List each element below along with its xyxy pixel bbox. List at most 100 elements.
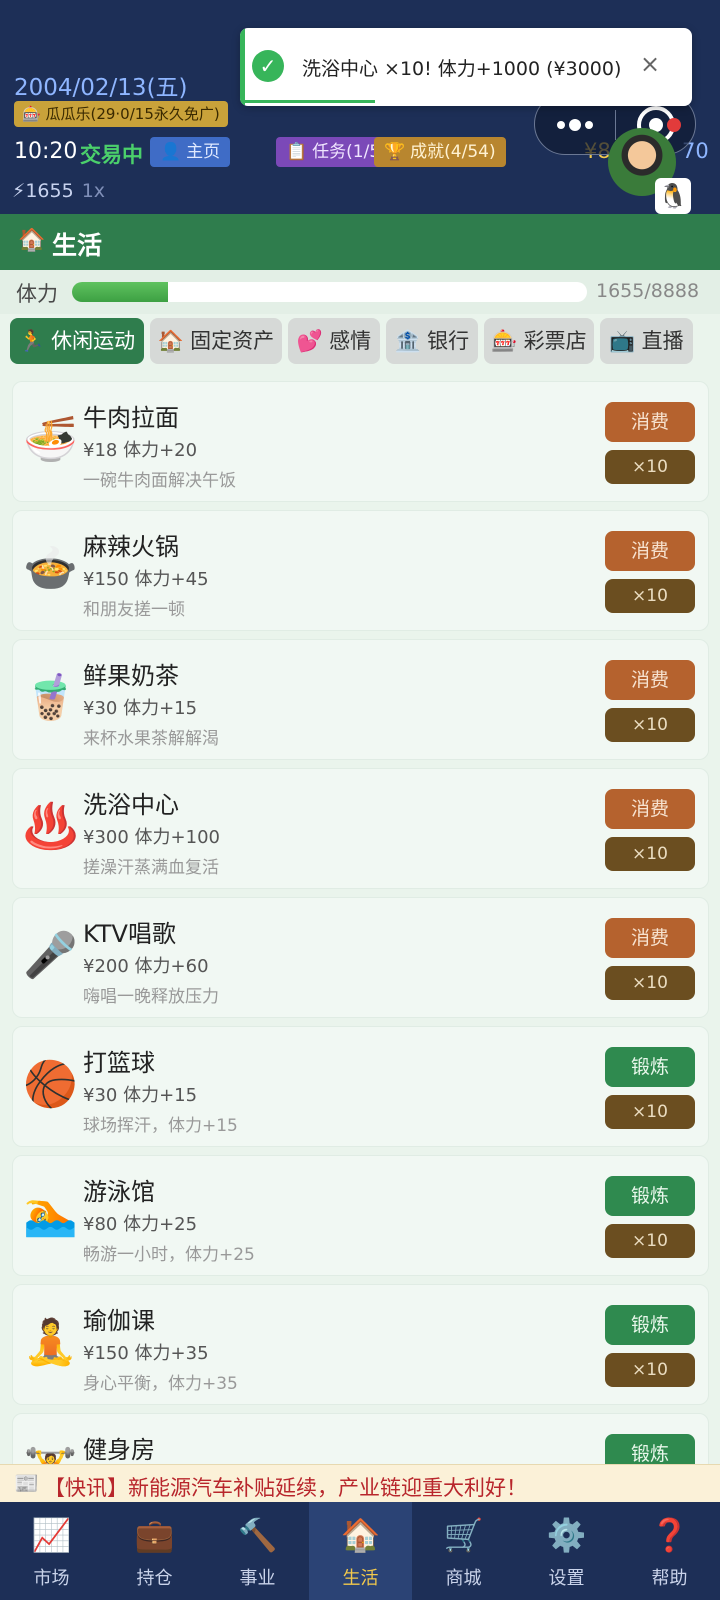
tab-lottery[interactable]: 🎰 彩票店 (484, 318, 594, 364)
stamina-fill (72, 282, 168, 302)
microphone-icon: 🎤 (23, 930, 78, 981)
dot-icon (557, 121, 565, 129)
toast-timer-bar (245, 100, 375, 103)
nav-label: 事业 (239, 1568, 276, 1589)
times-ten-button[interactable]: ×10 (605, 708, 695, 742)
times-ten-button[interactable]: ×10 (605, 1095, 695, 1129)
tab-bank[interactable]: 🏦 银行 (386, 318, 478, 364)
item-name: 健身房 (83, 1436, 155, 1464)
nav-label: 设置 (548, 1568, 585, 1589)
section-header: 🏠 生活 (0, 214, 720, 270)
capsule-divider (615, 110, 616, 140)
dot-icon (585, 121, 593, 129)
energy-counter: ⚡1655 1x (12, 180, 105, 202)
yoga-icon: 🧘 (23, 1317, 78, 1368)
achievements-button-label: 成就(4/54) (410, 142, 496, 162)
toast-message: 洗浴中心 ×10! 体力+1000 (¥3000) (302, 58, 622, 80)
item-name: 打篮球 (83, 1049, 155, 1077)
runner-icon: 🏃 (18, 329, 46, 353)
home-button[interactable]: 👤 主页 (150, 137, 231, 167)
nav-label: 帮助 (651, 1568, 688, 1589)
item-description: 来杯水果茶解解渴 (83, 729, 219, 749)
nav-help[interactable]: ❓ 帮助 (618, 1502, 720, 1600)
exercise-button[interactable]: 锻炼 (605, 1176, 695, 1216)
times-ten-button[interactable]: ×10 (605, 837, 695, 871)
consume-button[interactable]: 消费 (605, 531, 695, 571)
nav-label: 持仓 (136, 1568, 173, 1589)
list-item: 🎤 KTV唱歌 ¥200 体力+60 嗨唱一晚释放压力 消费 ×10 (12, 897, 709, 1018)
speed-multiplier[interactable]: 1x (82, 180, 105, 202)
stamina-value: 1655/8888 (596, 280, 700, 302)
tab-assets[interactable]: 🏠 固定资产 (150, 318, 282, 364)
list-item: 🏋️健身房锻炼×10 (12, 1413, 709, 1464)
item-stats: ¥150 体力+35 (83, 1343, 209, 1364)
times-ten-button[interactable]: ×10 (605, 450, 695, 484)
item-name: KTV唱歌 (83, 920, 176, 948)
exercise-button[interactable]: 锻炼 (605, 1305, 695, 1345)
times-ten-button[interactable]: ×10 (605, 1353, 695, 1387)
tab-leisure[interactable]: 🏃 休闲运动 (10, 318, 144, 364)
times-ten-button[interactable]: ×10 (605, 579, 695, 613)
nav-label: 生活 (342, 1568, 379, 1589)
game-date: 2004/02/13(五) (14, 75, 188, 101)
bank-icon: 🏦 (394, 329, 422, 353)
toast-close-icon[interactable]: × (640, 50, 660, 78)
achievements-button[interactable]: 🏆 成就(4/54) (374, 137, 506, 167)
tab-romance[interactable]: 💕 感情 (288, 318, 380, 364)
stamina-bar: 体力 1655/8888 (0, 270, 720, 314)
item-stats: ¥30 体力+15 (83, 1085, 198, 1106)
stamina-label: 体力 (16, 282, 58, 306)
item-description: 搓澡汗蒸满血复活 (83, 858, 219, 878)
nav-settings[interactable]: ⚙️ 设置 (515, 1502, 618, 1600)
game-time: 10:20 (14, 139, 78, 164)
consume-button[interactable]: 消费 (605, 789, 695, 829)
tab-live[interactable]: 📺 直播 (600, 318, 693, 364)
list-item: 🧋 鲜果奶茶 ¥30 体力+15 来杯水果茶解解渴 消费 ×10 (12, 639, 709, 760)
activity-list[interactable]: 🍜 牛肉拉面 ¥18 体力+20 一碗牛肉面解决午饭 消费 ×10 🍲 麻辣火锅 ¥150 体力… (12, 381, 709, 1464)
nav-career[interactable]: 🔨 事业 (206, 1502, 309, 1600)
category-tabs: 🏃 休闲运动 🏠 固定资产 💕 感情 🏦 银行 🎰 彩票店 📺 直播 (10, 318, 710, 364)
chart-icon: 📈 (31, 1516, 72, 1554)
nav-life[interactable]: 🏠 生活 (309, 1502, 412, 1600)
item-stats: ¥200 体力+60 (83, 956, 209, 977)
nav-holdings[interactable]: 💼 持仓 (103, 1502, 206, 1600)
times-ten-button[interactable]: ×10 (605, 1224, 695, 1258)
nav-market[interactable]: 📈 市场 (0, 1502, 103, 1600)
hotpot-icon: 🍲 (23, 543, 78, 594)
nav-shop[interactable]: 🛒 商城 (412, 1502, 515, 1600)
exercise-button[interactable]: 锻炼 (605, 1047, 695, 1087)
tab-label: 彩票店 (523, 329, 587, 353)
item-stats: ¥80 体力+25 (83, 1214, 198, 1235)
tab-label: 直播 (641, 329, 684, 353)
hammer-icon: 🔨 (237, 1516, 278, 1554)
hearts-icon: 💕 (296, 329, 324, 353)
newspaper-icon: 📰 (14, 1471, 39, 1495)
gear-icon: ⚙️ (546, 1516, 587, 1554)
user-icon: 👤 (160, 142, 182, 162)
consume-button[interactable]: 消费 (605, 660, 695, 700)
lottery-badge-label: 瓜瓜乐(29·0/15永久免广) (45, 105, 220, 123)
tab-label: 固定资产 (190, 329, 275, 353)
lottery-badge[interactable]: 🎰 瓜瓜乐(29·0/15永久免广) (14, 101, 228, 127)
energy-value: ⚡1655 (12, 180, 74, 202)
item-name: 麻辣火锅 (83, 533, 179, 561)
house-icon: 🏠 (340, 1516, 381, 1554)
item-name: 鲜果奶茶 (83, 662, 179, 690)
times-ten-button[interactable]: ×10 (605, 966, 695, 1000)
consume-button[interactable]: 消费 (605, 918, 695, 958)
news-ticker[interactable]: 📰 【快讯】新能源汽车补贴延续，产业链迎重大利好！ (0, 1464, 720, 1502)
swimmer-icon: 🏊 (23, 1188, 78, 1239)
house-icon: 🏠 (18, 228, 46, 253)
briefcase-icon: 💼 (134, 1516, 175, 1554)
noodles-icon: 🍜 (23, 414, 78, 465)
tab-label: 感情 (329, 329, 372, 353)
consume-button[interactable]: 消费 (605, 402, 695, 442)
exercise-button[interactable]: 锻炼 (605, 1434, 695, 1464)
item-description: 畅游一小时，体力+25 (83, 1245, 255, 1265)
item-description: 身心平衡，体力+35 (83, 1374, 238, 1394)
item-stats: ¥300 体力+100 (83, 827, 220, 848)
tab-label: 休闲运动 (51, 329, 136, 353)
item-name: 瑜伽课 (83, 1307, 155, 1335)
record-indicator (667, 118, 681, 132)
qq-penguin-icon[interactable]: 🐧 (655, 178, 691, 214)
